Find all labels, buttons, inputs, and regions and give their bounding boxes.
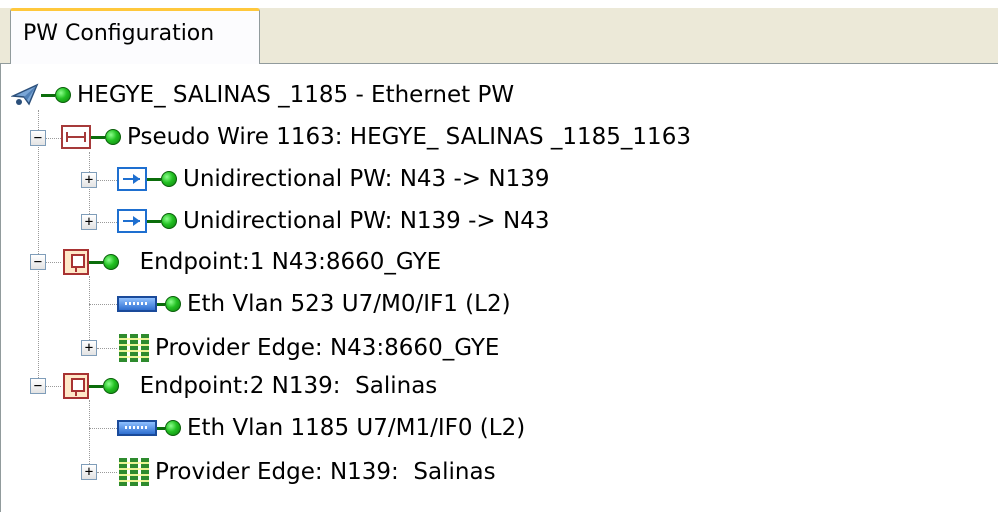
provider-edge-icon xyxy=(119,334,149,362)
provider-edge-icon xyxy=(119,458,149,486)
status-ok-icon xyxy=(55,87,71,103)
satellite-dish-icon xyxy=(10,82,41,108)
status-ok-icon xyxy=(165,296,181,312)
tree-node-root[interactable]: HEGYE_ SALINAS _1185 - Ethernet PW xyxy=(10,74,515,116)
tree-node-label: Unidirectional PW: N139 -> N43 xyxy=(183,208,550,234)
tree-node-uni-pw-2[interactable]: Unidirectional PW: N139 -> N43 xyxy=(117,200,549,242)
tree-guide-line xyxy=(89,400,90,472)
expand-toggle-uni-pw-2[interactable]: + xyxy=(81,214,97,230)
tab-label: PW Configuration xyxy=(23,21,215,46)
ethernet-port-icon xyxy=(117,420,157,436)
tree-guide-line xyxy=(46,262,61,263)
window-top-edge xyxy=(0,0,998,8)
link-wire xyxy=(147,219,161,223)
collapse-toggle-endpoint-1[interactable]: − xyxy=(30,254,46,270)
expand-toggle-provider-edge-2[interactable]: + xyxy=(81,464,97,480)
tree-guide-line xyxy=(97,222,117,223)
status-ok-icon xyxy=(161,171,177,187)
pw-configuration-tree[interactable]: − + + − + − + HEGYE_ SALINAS _1185 - Eth… xyxy=(0,64,998,512)
expand-toggle-uni-pw-1[interactable]: + xyxy=(81,172,97,188)
tree-node-eth-vlan-1[interactable]: Eth Vlan 523 U7/M0/IF1 (L2) xyxy=(117,283,511,325)
endpoint-icon xyxy=(63,249,89,275)
tree-node-label: HEGYE_ SALINAS _1185 - Ethernet PW xyxy=(77,82,515,108)
tree-guide-line xyxy=(97,472,117,473)
endpoint-icon xyxy=(63,373,89,399)
pseudo-wire-icon xyxy=(61,125,91,149)
tree-guide-line xyxy=(46,386,61,387)
tree-guide-line xyxy=(89,428,117,429)
tree-node-label: Endpoint:1 N43:8660_GYE xyxy=(125,249,442,275)
unidirectional-pw-icon xyxy=(117,167,147,191)
link-wire xyxy=(89,260,103,264)
tree-node-label: Eth Vlan 1185 U7/M1/IF0 (L2) xyxy=(187,415,526,441)
tab-pw-configuration[interactable]: PW Configuration xyxy=(10,8,260,65)
tree-guide-line xyxy=(38,110,39,392)
link-wire xyxy=(147,177,161,181)
collapse-toggle-pseudo-wire[interactable]: − xyxy=(30,130,46,146)
status-ok-icon xyxy=(103,254,119,270)
status-ok-icon xyxy=(103,378,119,394)
tree-node-eth-vlan-2[interactable]: Eth Vlan 1185 U7/M1/IF0 (L2) xyxy=(117,407,525,449)
status-ok-icon xyxy=(165,420,181,436)
tree-node-endpoint-2[interactable]: Endpoint:2 N139: Salinas xyxy=(63,365,437,407)
tree-node-label: Unidirectional PW: N43 -> N139 xyxy=(183,166,550,192)
tree-guide-line xyxy=(97,348,117,349)
status-ok-icon xyxy=(105,129,121,145)
tree-node-pseudo-wire[interactable]: Pseudo Wire 1163: HEGYE_ SALINAS _1185_1… xyxy=(61,116,691,158)
tree-node-label: Provider Edge: N43:8660_GYE xyxy=(155,335,500,361)
tree-node-endpoint-1[interactable]: Endpoint:1 N43:8660_GYE xyxy=(63,241,441,283)
tree-guide-line xyxy=(97,180,117,181)
expand-toggle-provider-edge-1[interactable]: + xyxy=(81,340,97,356)
link-wire xyxy=(41,93,55,97)
collapse-toggle-endpoint-2[interactable]: − xyxy=(30,378,46,394)
tree-node-label: Eth Vlan 523 U7/M0/IF1 (L2) xyxy=(187,291,511,317)
tree-node-provider-edge-2[interactable]: Provider Edge: N139: Salinas xyxy=(119,451,496,493)
tree-node-provider-edge-1[interactable]: Provider Edge: N43:8660_GYE xyxy=(119,327,499,369)
tab-bar: PW Configuration xyxy=(0,8,998,65)
link-wire xyxy=(157,302,165,306)
tree-node-label: Provider Edge: N139: Salinas xyxy=(155,459,496,485)
tree-guide-line xyxy=(46,138,61,139)
tree-guide-line xyxy=(89,276,90,348)
unidirectional-pw-icon xyxy=(117,209,147,233)
tree-node-label: Endpoint:2 N139: Salinas xyxy=(125,373,438,399)
status-ok-icon xyxy=(161,213,177,229)
link-wire xyxy=(91,135,105,139)
link-wire xyxy=(157,426,165,430)
tree-guide-line xyxy=(89,304,117,305)
ethernet-port-icon xyxy=(117,296,157,312)
tree-node-uni-pw-1[interactable]: Unidirectional PW: N43 -> N139 xyxy=(117,158,549,200)
link-wire xyxy=(89,384,103,388)
tree-node-label: Pseudo Wire 1163: HEGYE_ SALINAS _1185_1… xyxy=(127,124,691,150)
